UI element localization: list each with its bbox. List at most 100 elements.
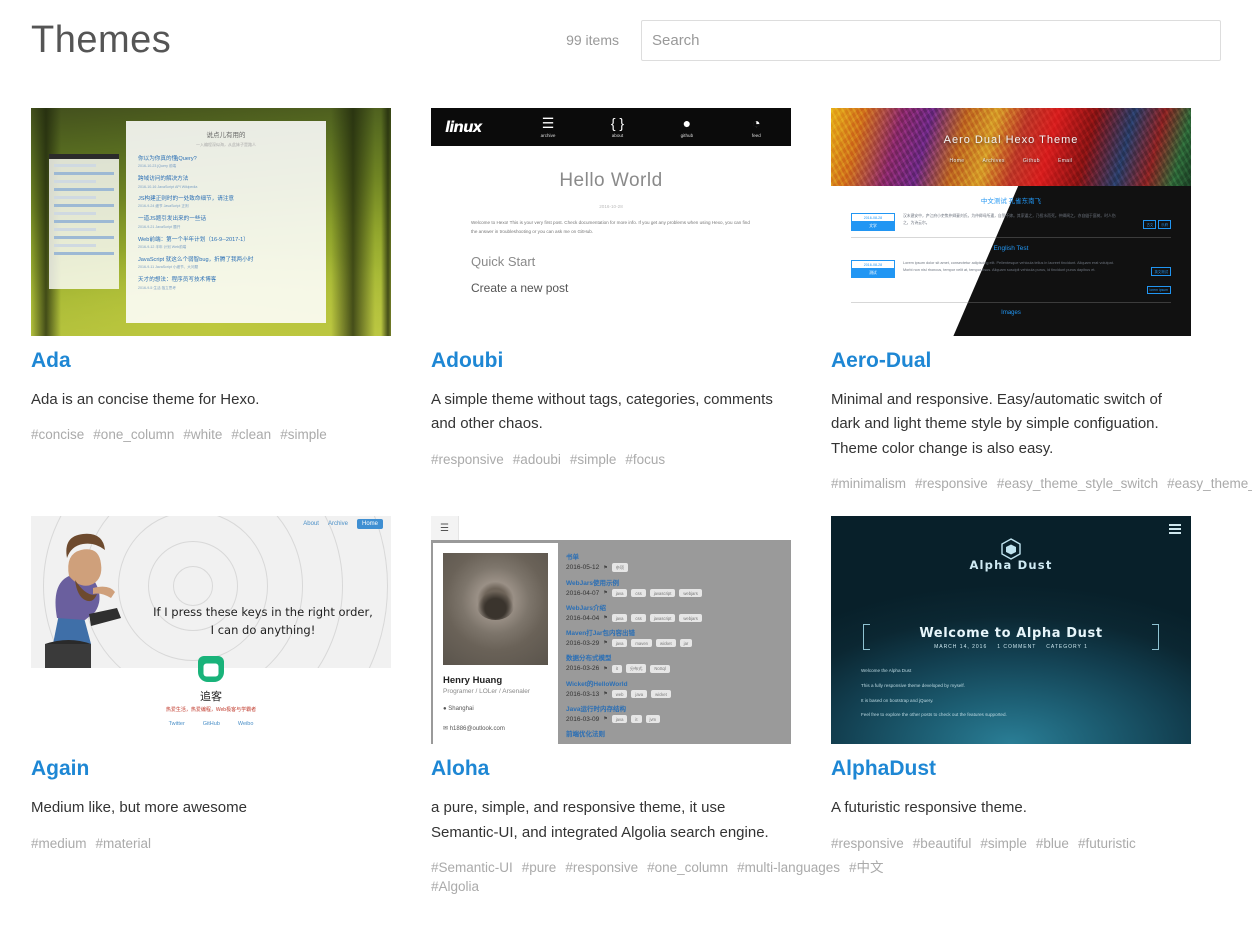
- theme-title-link[interactable]: Ada: [31, 348, 391, 373]
- tag-icon: ⚑: [603, 615, 608, 622]
- theme-card[interactable]: 说点儿有用的 一入编程深似海，从此妹子是路人 你以为你真的懂jQuery? 20…: [31, 108, 391, 445]
- aloha-post-title: 前端优化法则: [566, 731, 605, 739]
- alphadust-brand: Alpha Dust: [969, 558, 1053, 573]
- again-link-twitter: Twitter: [168, 721, 185, 728]
- theme-thumbnail-again[interactable]: About Archive Home If I press these keys i…: [31, 516, 391, 745]
- again-site-name: 追客: [200, 691, 222, 704]
- aloha-avatar-photo: [443, 553, 548, 666]
- adoubi-preview-nav: linux ☰ archive { } about ● github ◔ fee…: [431, 108, 791, 146]
- theme-description: Medium like, but more awesome: [31, 799, 247, 817]
- aloha-post-tag: webjars: [679, 614, 702, 623]
- theme-tag[interactable]: #easy_theme_color_switch: [1167, 476, 1252, 491]
- theme-tag[interactable]: #responsive: [915, 476, 988, 491]
- theme-tag[interactable]: #focus: [625, 452, 665, 467]
- aero-post-tag: 古文: [1143, 220, 1157, 229]
- theme-thumbnail-aloha[interactable]: ☰ Henry Huang Programer / LOLer / Arsena…: [431, 516, 791, 745]
- aloha-post-tag: jvm: [645, 715, 661, 724]
- location-pin-icon: ●: [443, 706, 447, 713]
- theme-tag[interactable]: #Algolia: [431, 879, 479, 894]
- aloha-post-item: 前端优化法则: [566, 728, 781, 738]
- search-input[interactable]: [641, 19, 1221, 61]
- tag-icon: ⚑: [603, 691, 608, 698]
- again-comic-area: About Archive Home If I press these keys i…: [31, 516, 391, 669]
- theme-tag[interactable]: #white: [183, 427, 222, 442]
- aero-nav-item: Email: [1057, 158, 1073, 164]
- theme-tags: #responsive #beautiful #simple #blue #futuri…: [831, 834, 1191, 853]
- ada-post-title: JS构建正则时的一处致命细节，请注意: [138, 195, 235, 202]
- theme-card[interactable]: linux ☰ archive { } about ● github ◔ fee…: [431, 108, 791, 469]
- aloha-social-icons: ○ ◔: [443, 741, 548, 744]
- tag-icon: ⚑: [603, 640, 608, 647]
- alphadust-meta-category: CATEGORY 1: [1046, 644, 1088, 651]
- aero-post-tag: 英文测试: [1151, 267, 1171, 276]
- tag-icon: ⚑: [603, 564, 608, 571]
- theme-title-link[interactable]: Again: [31, 756, 391, 781]
- theme-tag[interactable]: #simple: [570, 452, 617, 467]
- theme-tag[interactable]: #easy_theme_style_switch: [997, 476, 1158, 491]
- alphadust-post-title: Welcome to Alpha Dust: [919, 626, 1103, 642]
- theme-tag[interactable]: #simple: [280, 427, 327, 442]
- theme-title-link[interactable]: Aloha: [431, 756, 791, 781]
- aloha-post-list: 书单 2016-05-12 ⚑ 杂项 WebJars使用示例 2016-04-0…: [566, 543, 791, 744]
- aloha-post-meta: 2016-05-12 ⚑ 杂项: [566, 563, 781, 573]
- aero-hero-title: Aero Dual Hexo Theme: [943, 134, 1079, 146]
- theme-tag[interactable]: #clean: [231, 427, 271, 442]
- page-title: Themes: [31, 19, 172, 61]
- theme-title-link[interactable]: AlphaDust: [831, 756, 1191, 781]
- theme-thumbnail-adoubi[interactable]: linux ☰ archive { } about ● github ◔ fee…: [431, 108, 791, 336]
- aloha-topbar: ☰: [431, 516, 791, 541]
- theme-card[interactable]: Aero Dual Hexo Theme Home Archives Github E…: [831, 108, 1252, 493]
- theme-card[interactable]: ☰ Henry Huang Programer / LOLer / Arsena…: [431, 516, 884, 896]
- theme-tag[interactable]: #one_column: [647, 860, 728, 875]
- aloha-post-tag: javascript: [649, 614, 676, 623]
- theme-description: Ada is an concise theme for Hexo.: [31, 391, 260, 409]
- theme-card[interactable]: Alpha Dust Welcome to Alpha Dust MARCH 1…: [831, 516, 1191, 853]
- theme-title-link[interactable]: Aero-Dual: [831, 348, 1191, 373]
- theme-tag[interactable]: #beautiful: [913, 836, 972, 851]
- adoubi-nav-github: ● github: [652, 116, 721, 139]
- theme-tag[interactable]: #minimalism: [831, 476, 906, 491]
- again-nav-about: About: [303, 521, 319, 528]
- theme-tag[interactable]: #medium: [31, 836, 87, 851]
- theme-tag[interactable]: #中文: [849, 860, 884, 875]
- theme-tag[interactable]: #blue: [1036, 836, 1069, 851]
- theme-tag[interactable]: #adoubi: [513, 452, 561, 467]
- theme-tag[interactable]: #multi-languages: [737, 860, 840, 875]
- tag-icon: ⚑: [603, 665, 608, 672]
- theme-tag[interactable]: #Semantic-UI: [431, 860, 513, 875]
- adoubi-body: Welcome to Hexo! This is your very first…: [471, 220, 750, 234]
- theme-tag[interactable]: #responsive: [831, 836, 904, 851]
- adoubi-logo: linux: [445, 118, 482, 136]
- aloha-email-text: h1886@outlook.com: [449, 726, 505, 733]
- aero-post-row: 2016-08-28 文学 汉末建安中，庐江府小吏焦仲卿妻刘氏，为仲卿母所遣，自…: [851, 213, 1171, 231]
- theme-tag[interactable]: #futuristic: [1078, 836, 1136, 851]
- adoubi-nav-feed: ◔ feed: [722, 116, 791, 139]
- aero-post-tags: 古文 乐府: [1125, 213, 1171, 231]
- aloha-post-tag: java: [611, 589, 628, 598]
- aloha-post-item: Wicket的HelloWorld 2016-03-13 ⚑ web java …: [566, 678, 781, 699]
- aloha-post-tag: jar: [679, 639, 693, 648]
- theme-title-link[interactable]: Adoubi: [431, 348, 791, 373]
- theme-tag[interactable]: #responsive: [431, 452, 504, 467]
- alphadust-body-line: Feel free to explore the other posts to …: [861, 712, 1007, 718]
- ada-post-title: Web前端：第一个半年计划（16-9--2017-1）: [138, 236, 249, 243]
- theme-tag[interactable]: #concise: [31, 427, 84, 442]
- theme-tag[interactable]: #one_column: [93, 427, 174, 442]
- aero-divider: [851, 237, 1171, 238]
- theme-tag[interactable]: #responsive: [565, 860, 638, 875]
- again-comic-text: If I press these keys in the right order…: [143, 604, 383, 640]
- theme-thumbnail-alphadust[interactable]: Alpha Dust Welcome to Alpha Dust MARCH 1…: [831, 516, 1191, 745]
- theme-tag[interactable]: #material: [96, 836, 152, 851]
- aloha-profile-email: ✉ h1886@outlook.com: [443, 724, 548, 735]
- aloha-post-date: 2016-03-09: [566, 715, 600, 723]
- theme-thumbnail-ada[interactable]: 说点儿有用的 一入编程深似海，从此妹子是路人 你以为你真的懂jQuery? 20…: [31, 108, 391, 336]
- theme-thumbnail-aero-dual[interactable]: Aero Dual Hexo Theme Home Archives Github E…: [831, 108, 1191, 336]
- theme-description: a pure, simple, and responsive theme, it…: [431, 799, 769, 841]
- aloha-post-date: 2016-03-29: [566, 639, 600, 647]
- ada-post-meta: 2016-9-12 半年 计划 Web前端: [138, 244, 187, 249]
- aloha-post-date: 2016-03-26: [566, 665, 600, 673]
- theme-tag[interactable]: #pure: [522, 860, 557, 875]
- ada-post-meta: 2016-9-5 生活 独立思考: [138, 285, 176, 290]
- theme-card[interactable]: About Archive Home If I press these keys i…: [31, 516, 391, 853]
- theme-tag[interactable]: #simple: [980, 836, 1027, 851]
